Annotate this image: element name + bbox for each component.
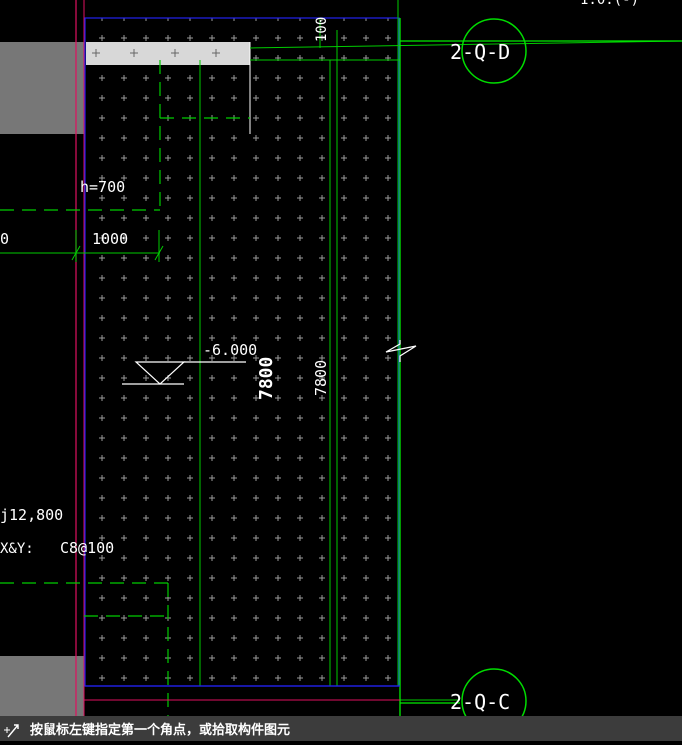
top-beam-strip[interactable] <box>86 42 250 65</box>
status-bar: 按鼠标左键指定第一个角点，或拾取构件图元 <box>0 716 682 741</box>
axis-label-d: 2-Q-D <box>450 40 510 64</box>
elevation-label: -6.000 <box>203 341 257 359</box>
status-message: 按鼠标左键指定第一个角点，或拾取构件图元 <box>30 723 291 738</box>
column-top-left[interactable] <box>0 42 84 134</box>
dimension-top: 100 <box>314 17 330 42</box>
axis-label-c: 2-Q-C <box>450 690 510 714</box>
dimension-left-1000: 1000 <box>92 230 128 248</box>
dimension-7800-secondary: 7800 <box>312 360 330 396</box>
column-bottom-left[interactable] <box>0 656 84 716</box>
crosshair-cursor-icon <box>0 716 26 741</box>
rebar-label: j12,800 <box>0 506 63 524</box>
dimension-7800-primary: 7800 <box>256 357 277 400</box>
h-label: h=700 <box>80 178 125 196</box>
cad-drawing-canvas[interactable]: 2-Q-D 2-Q-C 100 1000 0 h=700 -6.000 7800… <box>0 0 682 741</box>
xy-label: X&Y: <box>0 541 34 557</box>
top-edge-text: 1.0.(-) <box>580 0 639 8</box>
xy-value: C8@100 <box>60 539 114 557</box>
dimension-left-cut: 0 <box>0 230 9 248</box>
